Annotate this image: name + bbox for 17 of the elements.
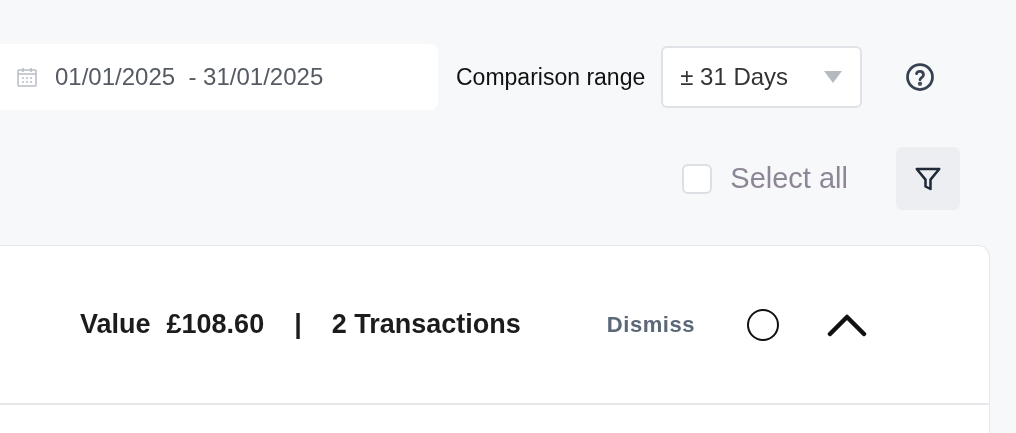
calendar-icon	[15, 65, 39, 89]
filter-button[interactable]	[896, 147, 960, 210]
chevron-up-icon[interactable]	[827, 312, 868, 337]
value-amount: £108.60	[166, 308, 265, 342]
transactions-count: 2 Transactions	[331, 308, 521, 342]
help-icon[interactable]	[905, 62, 936, 92]
comparison-range-dropdown[interactable]: ± 31 Days	[661, 46, 863, 108]
separator: |	[294, 308, 302, 342]
select-all-label: Select all	[730, 160, 848, 196]
caret-icon	[823, 70, 844, 84]
date-range-field[interactable]: 01/01/2025 - 31/01/2025	[0, 44, 438, 110]
comparison-range-label: Comparison range	[456, 62, 646, 92]
select-radio[interactable]	[747, 308, 780, 341]
date-range-text: 01/01/2025 - 31/01/2025	[55, 62, 324, 92]
dismiss-button[interactable]: Dismiss	[606, 308, 696, 341]
value-label: Value	[80, 308, 151, 342]
select-all-checkbox[interactable]	[682, 163, 713, 194]
